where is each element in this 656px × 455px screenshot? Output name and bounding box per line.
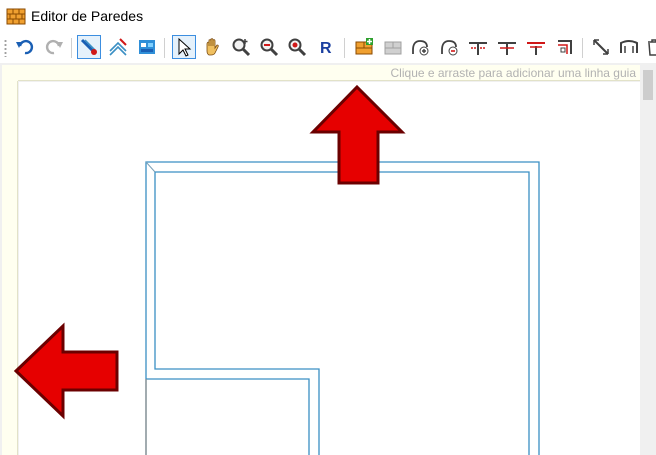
arrow-up-annotation (309, 84, 406, 185)
annotation-arrows (13, 84, 406, 420)
arrow-left-annotation (13, 322, 119, 420)
